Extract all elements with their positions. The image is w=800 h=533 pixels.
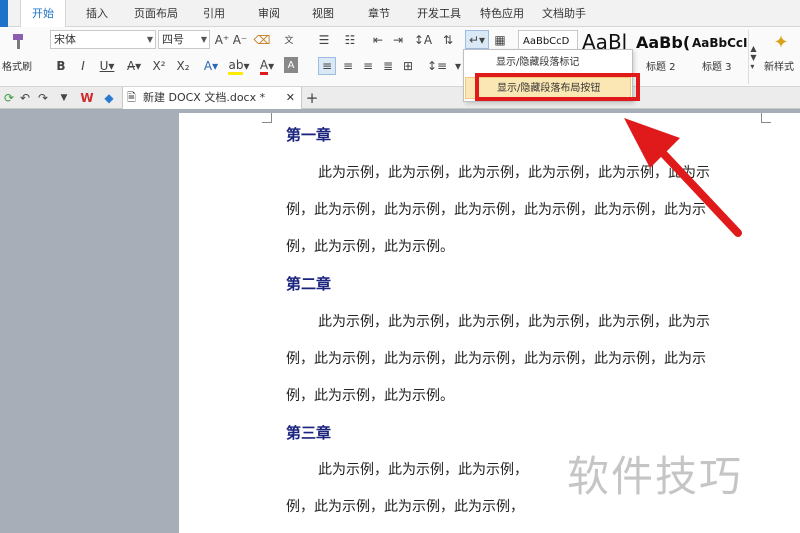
annotation-arrow-icon — [624, 118, 742, 237]
